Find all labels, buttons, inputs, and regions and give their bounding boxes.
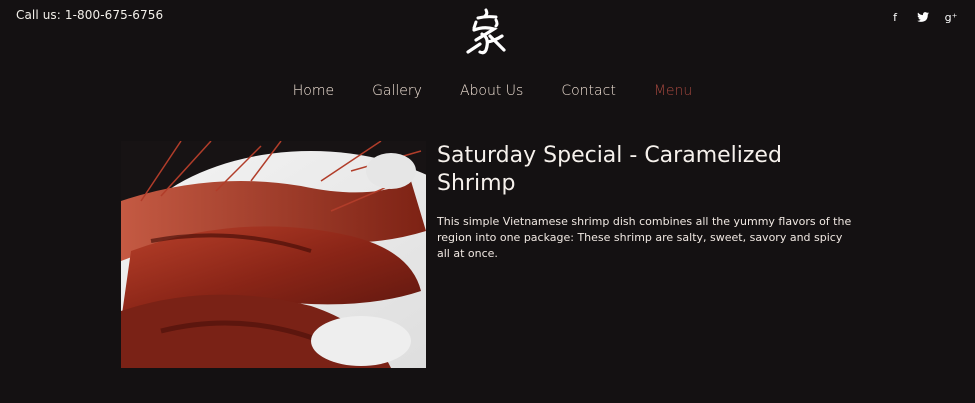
google-plus-icon[interactable]: g⁺ [945,10,958,24]
page: Call us: 1-800-675-6756 f g⁺ Home Galler… [0,0,975,403]
nav-gallery[interactable]: Gallery [372,83,422,99]
nav-contact[interactable]: Contact [561,83,615,99]
nav-home[interactable]: Home [293,83,334,99]
twitter-icon[interactable] [917,10,929,24]
nav-about-us[interactable]: About Us [460,83,523,99]
caramelized-shrimp-photo [121,141,426,368]
nav-menu[interactable]: Menu [654,83,692,99]
logo-icon[interactable] [460,6,512,58]
special-article: Saturday Special - Caramelized Shrimp Th… [437,142,857,262]
social-links: f g⁺ [889,10,957,24]
article-title: Saturday Special - Caramelized Shrimp [437,143,782,196]
facebook-icon[interactable]: f [889,10,901,24]
article-description: This simple Vietnamese shrimp dish combi… [437,215,852,260]
phone-number: Call us: 1-800-675-6756 [16,8,164,22]
main-nav: Home Gallery About Us Contact Menu [0,83,975,99]
